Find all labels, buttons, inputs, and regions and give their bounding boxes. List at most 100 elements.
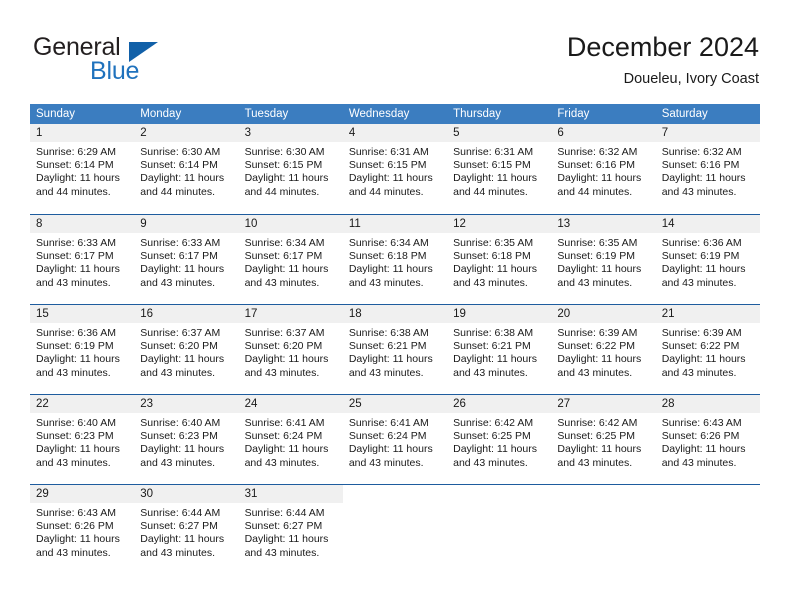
calendar-day-cell[interactable]: 9 Sunrise: 6:33 AM Sunset: 6:17 PM Daylight… (134, 215, 239, 304)
weekday-header-wednesday: Wednesday (348, 108, 410, 120)
day-number-strip: 13 (551, 215, 656, 233)
calendar-weeks: 1 Sunrise: 6:29 AM Sunset: 6:14 PM Daylight… (30, 124, 760, 574)
calendar-day-cell[interactable]: 14 Sunrise: 6:36 AM Sunset: 6:19 PM Dayligh… (655, 215, 760, 304)
daylight-text: Daylight: 11 hours and 44 minutes. (36, 172, 120, 198)
sunset-text: Sunset: 6:17 PM (244, 250, 323, 263)
calendar-day-cell[interactable]: 2 Sunrise: 6:30 AM Sunset: 6:14 PM Daylight… (134, 124, 239, 214)
day-details: Sunrise: 6:40 AM Sunset: 6:23 PM Daylight:… (134, 413, 238, 470)
calendar-day-cell[interactable]: 23 Sunrise: 6:40 AM Sunset: 6:23 PM Dayligh… (134, 395, 239, 484)
calendar-day-cell[interactable]: 28 Sunrise: 6:43 AM Sunset: 6:26 PM Dayligh… (655, 395, 760, 484)
sunrise-text: Sunrise: 6:39 AM (557, 327, 638, 339)
day-details: Sunrise: 6:38 AM Sunset: 6:21 PM Daylight:… (343, 323, 447, 380)
day-details: Sunrise: 6:42 AM Sunset: 6:25 PM Daylight:… (551, 413, 655, 470)
day-details: Sunrise: 6:34 AM Sunset: 6:17 PM Daylight:… (239, 233, 343, 290)
calendar-day-cell[interactable]: 11 Sunrise: 6:34 AM Sunset: 6:18 PM Dayligh… (342, 215, 448, 304)
calendar-day-cell[interactable]: 3 Sunrise: 6:30 AM Sunset: 6:15 PM Daylight… (238, 124, 343, 214)
calendar-day-cell[interactable]: 24 Sunrise: 6:41 AM Sunset: 6:24 PM Dayligh… (238, 395, 343, 484)
calendar-day-cell[interactable]: 21 Sunrise: 6:39 AM Sunset: 6:22 PM Dayligh… (655, 305, 760, 394)
sunrise-text: Sunrise: 6:40 AM (140, 417, 221, 429)
day-details: Sunrise: 6:33 AM Sunset: 6:17 PM Daylight:… (134, 233, 238, 290)
day-details: Sunrise: 6:41 AM Sunset: 6:24 PM Daylight:… (343, 413, 447, 470)
calendar-week-row: 29 Sunrise: 6:43 AM Sunset: 6:26 PM Dayligh… (30, 484, 760, 574)
day-number: 11 (348, 218, 361, 230)
page-subtitle: Doueleu, Ivory Coast (623, 71, 759, 87)
day-number: 17 (244, 308, 258, 320)
day-number-strip: 4 (342, 124, 448, 142)
calendar-page: General Blue December 2024 Doueleu, Ivor… (0, 0, 792, 612)
calendar-day-cell[interactable]: 12 Sunrise: 6:35 AM Sunset: 6:18 PM Dayligh… (447, 215, 552, 304)
day-number-strip: 9 (134, 215, 239, 233)
daylight-text: Daylight: 11 hours and 43 minutes. (557, 443, 642, 469)
calendar-day-cell[interactable]: 19 Sunrise: 6:38 AM Sunset: 6:21 PM Dayligh… (447, 305, 552, 394)
calendar-day-cell[interactable]: 15 Sunrise: 6:36 AM Sunset: 6:19 PM Dayligh… (30, 305, 135, 394)
day-number: 31 (244, 488, 258, 500)
daylight-text: Daylight: 11 hours and 44 minutes. (140, 172, 225, 198)
day-number-strip: 8 (30, 215, 135, 233)
day-number: 8 (36, 218, 43, 230)
calendar-day-cell[interactable]: 18 Sunrise: 6:38 AM Sunset: 6:21 PM Dayligh… (342, 305, 448, 394)
calendar-day-cell[interactable]: 25 Sunrise: 6:41 AM Sunset: 6:24 PM Dayligh… (342, 395, 448, 484)
day-number: 16 (140, 308, 154, 320)
sunset-text: Sunset: 6:24 PM (244, 430, 323, 443)
day-number-strip: 15 (30, 305, 135, 323)
day-number-strip: 31 (238, 485, 343, 503)
sunrise-text: Sunrise: 6:33 AM (36, 237, 116, 249)
calendar-day-cell[interactable]: 26 Sunrise: 6:42 AM Sunset: 6:25 PM Dayligh… (447, 395, 552, 484)
calendar-day-cell[interactable]: 22 Sunrise: 6:40 AM Sunset: 6:23 PM Dayligh… (30, 395, 135, 484)
day-number-strip: 23 (134, 395, 239, 413)
day-number-strip: 22 (30, 395, 135, 413)
sunrise-text: Sunrise: 6:34 AM (244, 237, 325, 249)
day-number-strip: 5 (447, 124, 552, 142)
calendar-day-cell[interactable]: 13 Sunrise: 6:35 AM Sunset: 6:19 PM Dayligh… (551, 215, 656, 304)
day-details: Sunrise: 6:35 AM Sunset: 6:18 PM Daylight:… (447, 233, 551, 290)
day-number: 13 (557, 218, 571, 230)
day-number: 23 (140, 398, 154, 410)
daylight-text: Daylight: 11 hours and 43 minutes. (140, 443, 225, 469)
calendar-day-cell[interactable]: 20 Sunrise: 6:39 AM Sunset: 6:22 PM Dayligh… (551, 305, 656, 394)
day-number: 30 (140, 488, 154, 500)
sunset-text: Sunset: 6:19 PM (661, 250, 740, 263)
calendar-day-cell[interactable]: 27 Sunrise: 6:42 AM Sunset: 6:25 PM Dayligh… (551, 395, 656, 484)
sunrise-text: Sunrise: 6:40 AM (36, 417, 116, 429)
calendar-day-cell[interactable]: 31 Sunrise: 6:44 AM Sunset: 6:27 PM Dayligh… (238, 485, 343, 574)
daylight-text: Daylight: 11 hours and 43 minutes. (661, 443, 746, 469)
day-number: 10 (244, 218, 258, 230)
calendar-day-cell[interactable]: 16 Sunrise: 6:37 AM Sunset: 6:20 PM Dayligh… (134, 305, 239, 394)
day-number: 9 (140, 218, 147, 230)
calendar-day-cell[interactable]: 17 Sunrise: 6:37 AM Sunset: 6:20 PM Dayligh… (238, 305, 343, 394)
day-number-strip: 20 (551, 305, 656, 323)
sunrise-text: Sunrise: 6:36 AM (661, 237, 742, 249)
logo-text-blue: Blue (90, 57, 140, 85)
day-details: Sunrise: 6:35 AM Sunset: 6:19 PM Daylight:… (551, 233, 655, 290)
sunset-text: Sunset: 6:15 PM (453, 159, 531, 172)
calendar-day-cell[interactable]: 5 Sunrise: 6:31 AM Sunset: 6:15 PM Daylight… (447, 124, 552, 214)
sunset-text: Sunset: 6:14 PM (140, 159, 218, 172)
sunrise-text: Sunrise: 6:30 AM (140, 146, 221, 158)
sunrise-text: Sunrise: 6:43 AM (36, 507, 116, 519)
sunset-text: Sunset: 6:25 PM (557, 430, 636, 443)
sunrise-text: Sunrise: 6:29 AM (36, 146, 116, 158)
day-number: 24 (244, 398, 258, 410)
day-number: 3 (244, 127, 251, 139)
sunrise-text: Sunrise: 6:31 AM (453, 146, 534, 158)
sunrise-text: Sunrise: 6:32 AM (661, 146, 742, 158)
sunrise-text: Sunrise: 6:30 AM (244, 146, 325, 158)
day-details: Sunrise: 6:30 AM Sunset: 6:14 PM Daylight:… (134, 142, 238, 199)
calendar-day-cell[interactable]: 7 Sunrise: 6:32 AM Sunset: 6:16 PM Daylight… (655, 124, 760, 214)
calendar-day-cell[interactable]: 29 Sunrise: 6:43 AM Sunset: 6:26 PM Dayligh… (30, 485, 135, 574)
calendar-day-cell[interactable]: 8 Sunrise: 6:33 AM Sunset: 6:17 PM Daylight… (30, 215, 135, 304)
calendar-day-cell[interactable]: 30 Sunrise: 6:44 AM Sunset: 6:27 PM Dayligh… (134, 485, 239, 574)
calendar-week-row: 15 Sunrise: 6:36 AM Sunset: 6:19 PM Dayligh… (30, 304, 760, 394)
calendar-week-row: 22 Sunrise: 6:40 AM Sunset: 6:23 PM Dayligh… (30, 394, 760, 484)
calendar-day-cell[interactable]: 1 Sunrise: 6:29 AM Sunset: 6:14 PM Daylight… (30, 124, 135, 214)
weekday-header-saturday: Saturday (661, 108, 708, 120)
sunset-text: Sunset: 6:14 PM (36, 159, 114, 172)
sunrise-text: Sunrise: 6:31 AM (348, 146, 429, 158)
calendar-week-row: 1 Sunrise: 6:29 AM Sunset: 6:14 PM Daylight… (30, 124, 760, 214)
calendar-day-cell[interactable]: 10 Sunrise: 6:34 AM Sunset: 6:17 PM Dayligh… (238, 215, 343, 304)
calendar-day-cell[interactable]: 6 Sunrise: 6:32 AM Sunset: 6:16 PM Daylight… (551, 124, 656, 214)
day-number-strip (447, 485, 552, 503)
sunset-text: Sunset: 6:21 PM (453, 340, 531, 353)
calendar-day-cell[interactable]: 4 Sunrise: 6:31 AM Sunset: 6:15 PM Daylight… (342, 124, 448, 214)
weekday-header-row: Sunday Monday Tuesday Wednesday Thursday Frid… (30, 104, 760, 124)
